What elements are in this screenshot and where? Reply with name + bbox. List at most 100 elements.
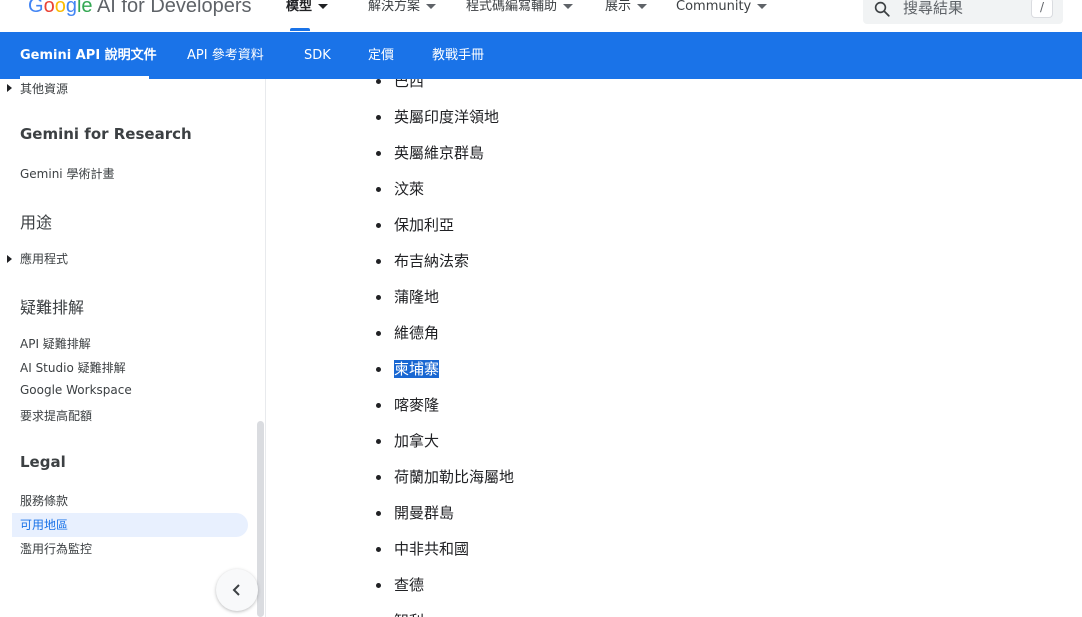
country-name: 布吉納法索 xyxy=(394,252,470,270)
sidebar-item-abuse-monitoring[interactable]: 濫用行為監控 xyxy=(20,540,92,557)
country-name: 開曼群島 xyxy=(394,504,455,522)
list-bullet xyxy=(376,79,381,84)
search-shortcut-key: / xyxy=(1031,0,1053,18)
nav-label: 解決方案 xyxy=(368,0,421,14)
sidebar-item-google-workspace[interactable]: Google Workspace xyxy=(20,383,132,397)
tab-label: 定價 xyxy=(368,48,395,63)
list-bullet xyxy=(376,295,381,300)
sidebar-heading-research: Gemini for Research xyxy=(20,125,192,143)
sidebar-item-other-resources[interactable]: 其他資源 xyxy=(20,80,68,97)
chevron-down-icon xyxy=(563,4,574,9)
chevron-down-icon xyxy=(637,4,648,9)
list-item: 維德角 xyxy=(394,323,439,343)
chevron-left-icon xyxy=(232,584,240,596)
list-bullet xyxy=(376,223,381,228)
sidebar-item-api-troubleshooting[interactable]: API 疑難排解 xyxy=(20,335,91,352)
list-item: 柬埔寨 xyxy=(394,359,440,379)
list-bullet xyxy=(376,331,381,336)
list-bullet xyxy=(376,547,381,552)
country-name: 中非共和國 xyxy=(394,540,470,558)
list-bullet xyxy=(376,115,381,120)
tab-gemini-api-docs[interactable]: Gemini API 說明文件 xyxy=(20,32,157,79)
sidebar-item-academic-program[interactable]: Gemini 學術計畫 xyxy=(20,165,114,182)
country-name: 喀麥隆 xyxy=(394,396,440,414)
tab-label: API 參考資料 xyxy=(187,48,264,63)
sidebar-item-ai-studio-troubleshooting[interactable]: AI Studio 疑難排解 xyxy=(20,359,126,376)
top-header: Google AI for Developers 模型 解決方案 程式碼編寫輔助… xyxy=(0,0,1082,32)
doc-tabs: Gemini API 說明文件 API 參考資料 SDK 定價 教戰手冊 xyxy=(0,32,502,79)
chevron-down-icon xyxy=(318,4,329,9)
search-placeholder: 搜尋結果 xyxy=(903,0,964,17)
country-name: 汶萊 xyxy=(394,180,425,198)
nav-label: 模型 xyxy=(286,0,313,14)
country-name: 蒲隆地 xyxy=(394,288,440,306)
country-name: 柬埔寨 xyxy=(394,360,440,378)
nav-label: 展示 xyxy=(605,0,632,14)
nav-item-solutions[interactable]: 解決方案 xyxy=(368,0,466,32)
search-box[interactable]: 搜尋結果 / xyxy=(863,0,1063,24)
country-name: 智利 xyxy=(394,612,424,617)
list-item: 喀麥隆 xyxy=(394,395,439,415)
tab-pricing[interactable]: 定價 xyxy=(368,32,408,79)
expand-arrow-icon[interactable] xyxy=(7,255,12,263)
country-name: 查德 xyxy=(394,576,425,594)
sidebar-item-available-regions[interactable]: 可用地區 xyxy=(20,516,68,533)
expand-arrow-icon[interactable] xyxy=(7,84,12,92)
list-item: 中非共和國 xyxy=(394,539,469,559)
chevron-down-icon xyxy=(757,4,768,9)
sidebar: 其他資源 Gemini for Research Gemini 學術計畫 用途 … xyxy=(0,79,266,617)
country-name: 荷蘭加勒比海屬地 xyxy=(394,468,515,486)
country-name: 保加利亞 xyxy=(394,216,455,234)
nav-item-showcase[interactable]: 展示 xyxy=(605,0,676,32)
sidebar-heading-legal: Legal xyxy=(20,453,66,471)
sidebar-item-terms[interactable]: 服務條款 xyxy=(20,492,68,509)
nav-label: 程式碼編寫輔助 xyxy=(466,0,558,14)
tab-cookbook[interactable]: 教戰手冊 xyxy=(432,32,502,79)
tab-label: 教戰手冊 xyxy=(432,48,485,63)
active-indicator xyxy=(290,28,310,31)
top-nav: 模型 解決方案 程式碼編寫輔助 展示 Community xyxy=(284,0,786,32)
country-name: 英屬維京群島 xyxy=(394,144,485,162)
list-bullet xyxy=(376,259,381,264)
google-ai-logo[interactable]: Google AI for Developers xyxy=(28,0,251,18)
list-item: 蒲隆地 xyxy=(394,287,439,307)
list-item: 開曼群島 xyxy=(394,503,454,523)
chevron-down-icon xyxy=(426,4,437,9)
main-content: 巴西英屬印度洋領地 英屬維京群島 汶萊保加利亞布吉納法索蒲隆地維德角柬埔寨喀麥隆加拿… xyxy=(266,79,1082,617)
tab-label: SDK xyxy=(304,48,331,63)
list-item: 加拿大 xyxy=(394,431,439,451)
list-item: 汶萊 xyxy=(394,179,424,199)
collapse-sidebar-button[interactable] xyxy=(216,569,258,611)
search-icon xyxy=(874,1,890,17)
list-item: 查德 xyxy=(394,575,424,595)
list-item: 布吉納法索 xyxy=(394,251,469,271)
list-item: 英屬維京群島 xyxy=(394,143,484,163)
country-name: 維德角 xyxy=(394,324,440,342)
list-bullet xyxy=(376,367,381,372)
sidebar-scrollbar[interactable] xyxy=(257,421,264,617)
list-item: 巴西 xyxy=(394,79,424,91)
country-name: 巴西 xyxy=(394,79,425,90)
nav-label: Community xyxy=(676,0,752,14)
list-bullet xyxy=(376,583,381,588)
nav-item-models[interactable]: 模型 xyxy=(286,0,368,32)
tab-api-reference[interactable]: API 參考資料 xyxy=(187,32,284,79)
list-bullet xyxy=(376,475,381,480)
sidebar-heading-troubleshooting: 疑難排解 xyxy=(20,298,85,317)
nav-item-code-assist[interactable]: 程式碼編寫輔助 xyxy=(466,0,605,32)
sidebar-heading-uses: 用途 xyxy=(20,213,53,232)
country-name: 英屬印度洋領地 xyxy=(394,108,500,126)
list-item: 荷蘭加勒比海屬地 xyxy=(394,467,514,487)
list-bullet xyxy=(376,511,381,516)
list-item: 英屬印度洋領地 xyxy=(394,107,499,127)
nav-item-community[interactable]: Community xyxy=(676,0,786,32)
list-bullet xyxy=(376,403,381,408)
list-bullet xyxy=(376,151,381,156)
sub-nav-bar: Gemini API 說明文件 API 參考資料 SDK 定價 教戰手冊 xyxy=(0,32,1082,79)
list-item: 保加利亞 xyxy=(394,215,454,235)
tab-sdk[interactable]: SDK xyxy=(304,32,346,79)
sidebar-item-applications[interactable]: 應用程式 xyxy=(20,250,68,267)
country-name: 加拿大 xyxy=(394,432,440,450)
list-bullet xyxy=(376,439,381,444)
sidebar-item-quota-increase[interactable]: 要求提高配額 xyxy=(20,407,92,424)
